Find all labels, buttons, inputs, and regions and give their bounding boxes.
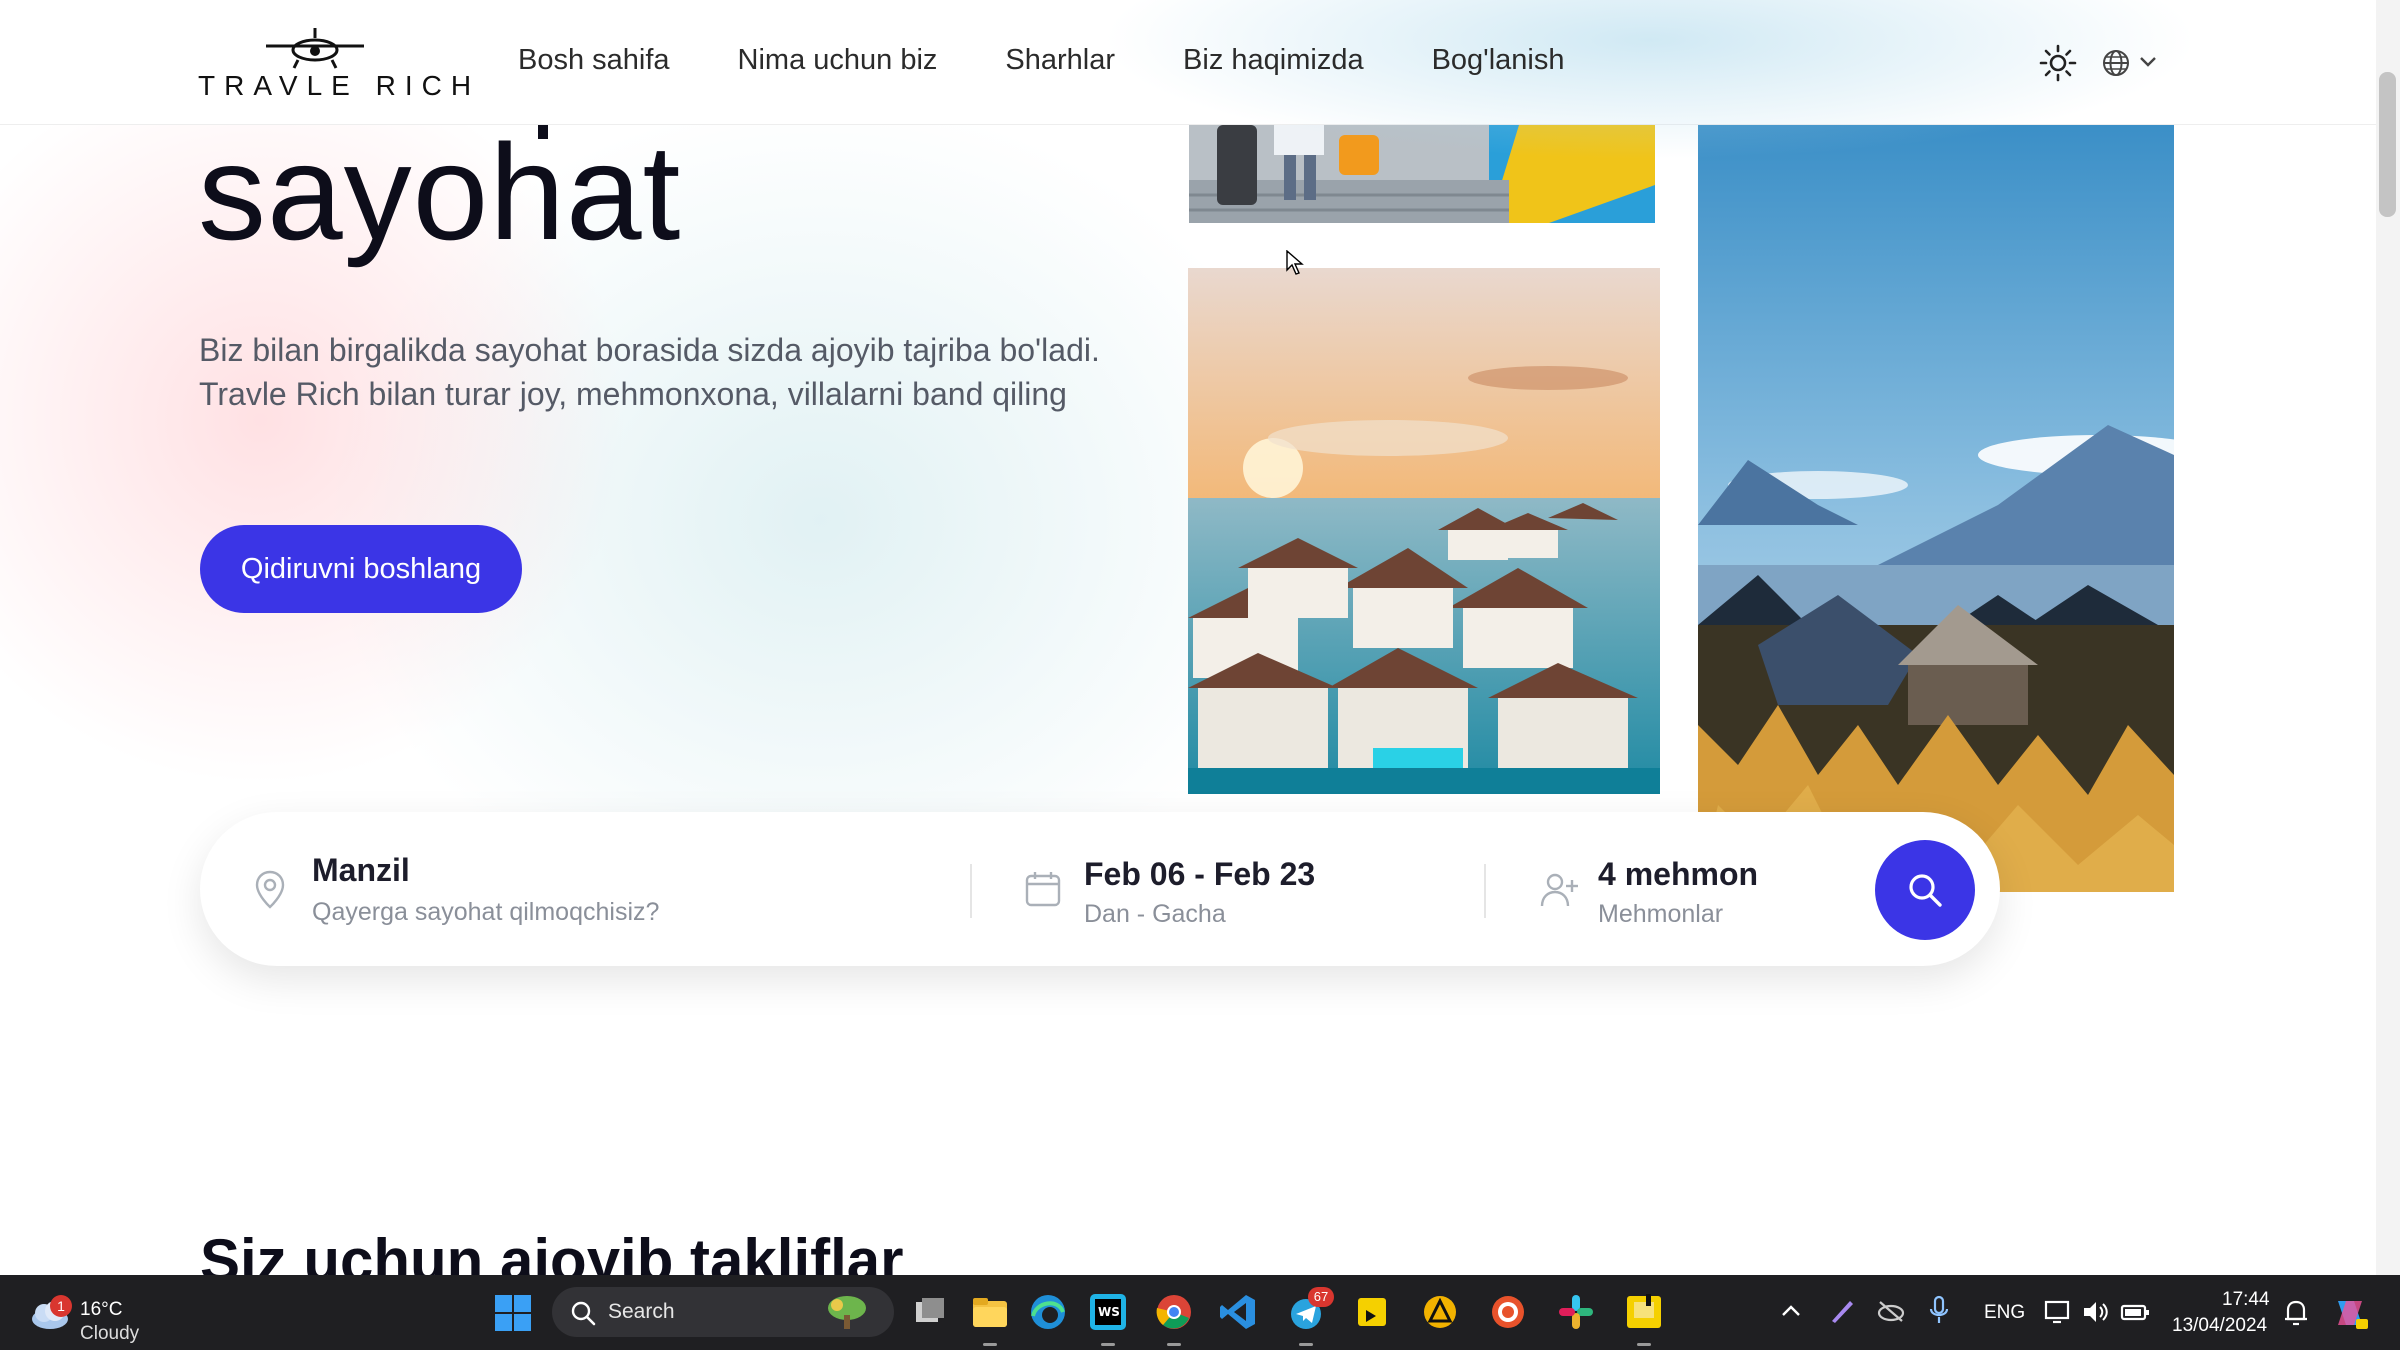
hero-title: sayohat: [198, 116, 682, 268]
guests-field[interactable]: 4 mehmon Mehmonlar: [1486, 812, 1866, 966]
weather-notification-badge: 1: [50, 1295, 72, 1317]
search-icon: [1909, 874, 1942, 907]
search-icon: [571, 1301, 596, 1326]
app-running-indicator: [1101, 1343, 1115, 1346]
mountain-village-image: [1698, 125, 2174, 892]
logo-text: TRAVLE RICH: [198, 70, 481, 101]
sticky-app-icon[interactable]: [1352, 1292, 1392, 1332]
weather-condition: Cloudy: [80, 1323, 140, 1344]
clock-time[interactable]: 17:44: [2222, 1289, 2270, 1311]
mouse-cursor-icon: [1286, 250, 1304, 275]
nav-item-sharhlar[interactable]: Sharhlar: [1005, 44, 1115, 77]
sun-icon[interactable]: [2039, 44, 2077, 82]
windows-taskbar: 1 16°C Cloudy Search WS 67 ENG 17:44 13/…: [0, 1275, 2400, 1350]
scrollbar-thumb[interactable]: [2379, 72, 2396, 217]
globe-icon[interactable]: [2101, 48, 2131, 78]
chrome-icon[interactable]: [1154, 1292, 1194, 1332]
destination-field[interactable]: Manzil Qayerga sayohat qilmoqchisiz?: [200, 812, 970, 966]
language-indicator[interactable]: ENG: [1984, 1302, 2025, 1324]
vscode-icon[interactable]: [1218, 1292, 1258, 1332]
dates-label: Feb 06 - Feb 23: [1084, 856, 1316, 892]
calendar-icon: [1025, 872, 1061, 907]
nav-item-biz-haqimizda[interactable]: Biz haqimizda: [1183, 44, 1364, 77]
media-player-icon[interactable]: [1624, 1292, 1664, 1332]
start-search-button[interactable]: Qidiruvni boshlang: [200, 525, 522, 613]
svg-text:WS: WS: [1098, 1305, 1120, 1319]
nav-item-bosh-sahifa[interactable]: Bosh sahifa: [518, 44, 670, 77]
dates-sub: Dan - Gacha: [1084, 900, 1226, 928]
network-icon[interactable]: [2044, 1299, 2072, 1325]
webstorm-icon[interactable]: WS: [1088, 1292, 1128, 1332]
nav-item-boglanish[interactable]: Bog'lanish: [1432, 44, 1565, 77]
dates-field[interactable]: Feb 06 - Feb 23 Dan - Gacha: [972, 812, 1484, 966]
app-running-indicator: [1637, 1343, 1651, 1346]
destination-placeholder: Qayerga sayohat qilmoqchisiz?: [312, 898, 660, 926]
pen-icon[interactable]: [1828, 1297, 1856, 1325]
hero-description: Biz bilan birgalikda sayohat borasida si…: [199, 332, 1100, 412]
chevron-down-icon[interactable]: [2138, 54, 2158, 70]
notification-bell-icon[interactable]: [2282, 1297, 2310, 1327]
site-logo[interactable]: TRAVLE RICH: [198, 26, 481, 102]
battery-icon[interactable]: [2120, 1301, 2150, 1323]
destination-label: Manzil: [312, 852, 410, 888]
clock-date[interactable]: 13/04/2024: [2172, 1315, 2267, 1337]
chevron-up-icon[interactable]: [1780, 1303, 1802, 1319]
weather-temperature: 16°C: [80, 1299, 123, 1320]
weather-widget[interactable]: 1 16°C Cloudy: [26, 1285, 166, 1344]
guests-label: 4 mehmon: [1598, 856, 1759, 892]
tree-icon: [828, 1296, 866, 1329]
copilot-icon[interactable]: [2330, 1293, 2370, 1333]
taskbar-search-text: Search: [608, 1300, 675, 1323]
edge-browser-icon[interactable]: [1028, 1292, 1068, 1332]
microphone-icon[interactable]: [1928, 1295, 1950, 1327]
add-user-icon: [1540, 873, 1578, 907]
windows-start-icon[interactable]: [494, 1294, 532, 1332]
airplane-logo-icon: [266, 28, 364, 69]
section-title: Siz uchun ajoyib takliflar: [200, 1227, 904, 1275]
nav-item-nima-uchun-biz[interactable]: Nima uchun biz: [738, 44, 938, 77]
booking-search-bar: Manzil Qayerga sayohat qilmoqchisiz? Feb…: [200, 812, 2000, 966]
file-explorer-icon[interactable]: [970, 1292, 1010, 1332]
app-running-indicator: [1299, 1343, 1313, 1346]
task-view-icon[interactable]: [910, 1292, 950, 1332]
guests-sub: Mehmonlar: [1598, 900, 1724, 928]
telegram-notification-badge: 67: [1308, 1287, 1334, 1307]
main-nav: Bosh sahifa Nima uchun biz Sharhlar Biz …: [518, 44, 1633, 77]
app-running-indicator: [1167, 1343, 1181, 1346]
taskbar-search[interactable]: Search: [552, 1287, 894, 1337]
site-header: TRAVLE RICH Bosh sahifa Nima uchun biz S…: [0, 0, 2376, 160]
cloud-offline-icon[interactable]: [1876, 1299, 1906, 1323]
search-submit-button[interactable]: [1875, 840, 1975, 940]
warning-app-icon[interactable]: [1420, 1292, 1460, 1332]
volume-icon[interactable]: [2082, 1299, 2110, 1325]
record-app-icon[interactable]: [1488, 1292, 1528, 1332]
app-running-indicator: [983, 1343, 997, 1346]
slack-icon[interactable]: [1556, 1292, 1596, 1332]
web-page: TRAVLE RICH Bosh sahifa Nima uchun biz S…: [0, 0, 2400, 1275]
luggage-dock-image: [1189, 125, 1655, 223]
map-pin-icon: [255, 870, 285, 909]
maldives-villas-image: [1188, 268, 1660, 794]
